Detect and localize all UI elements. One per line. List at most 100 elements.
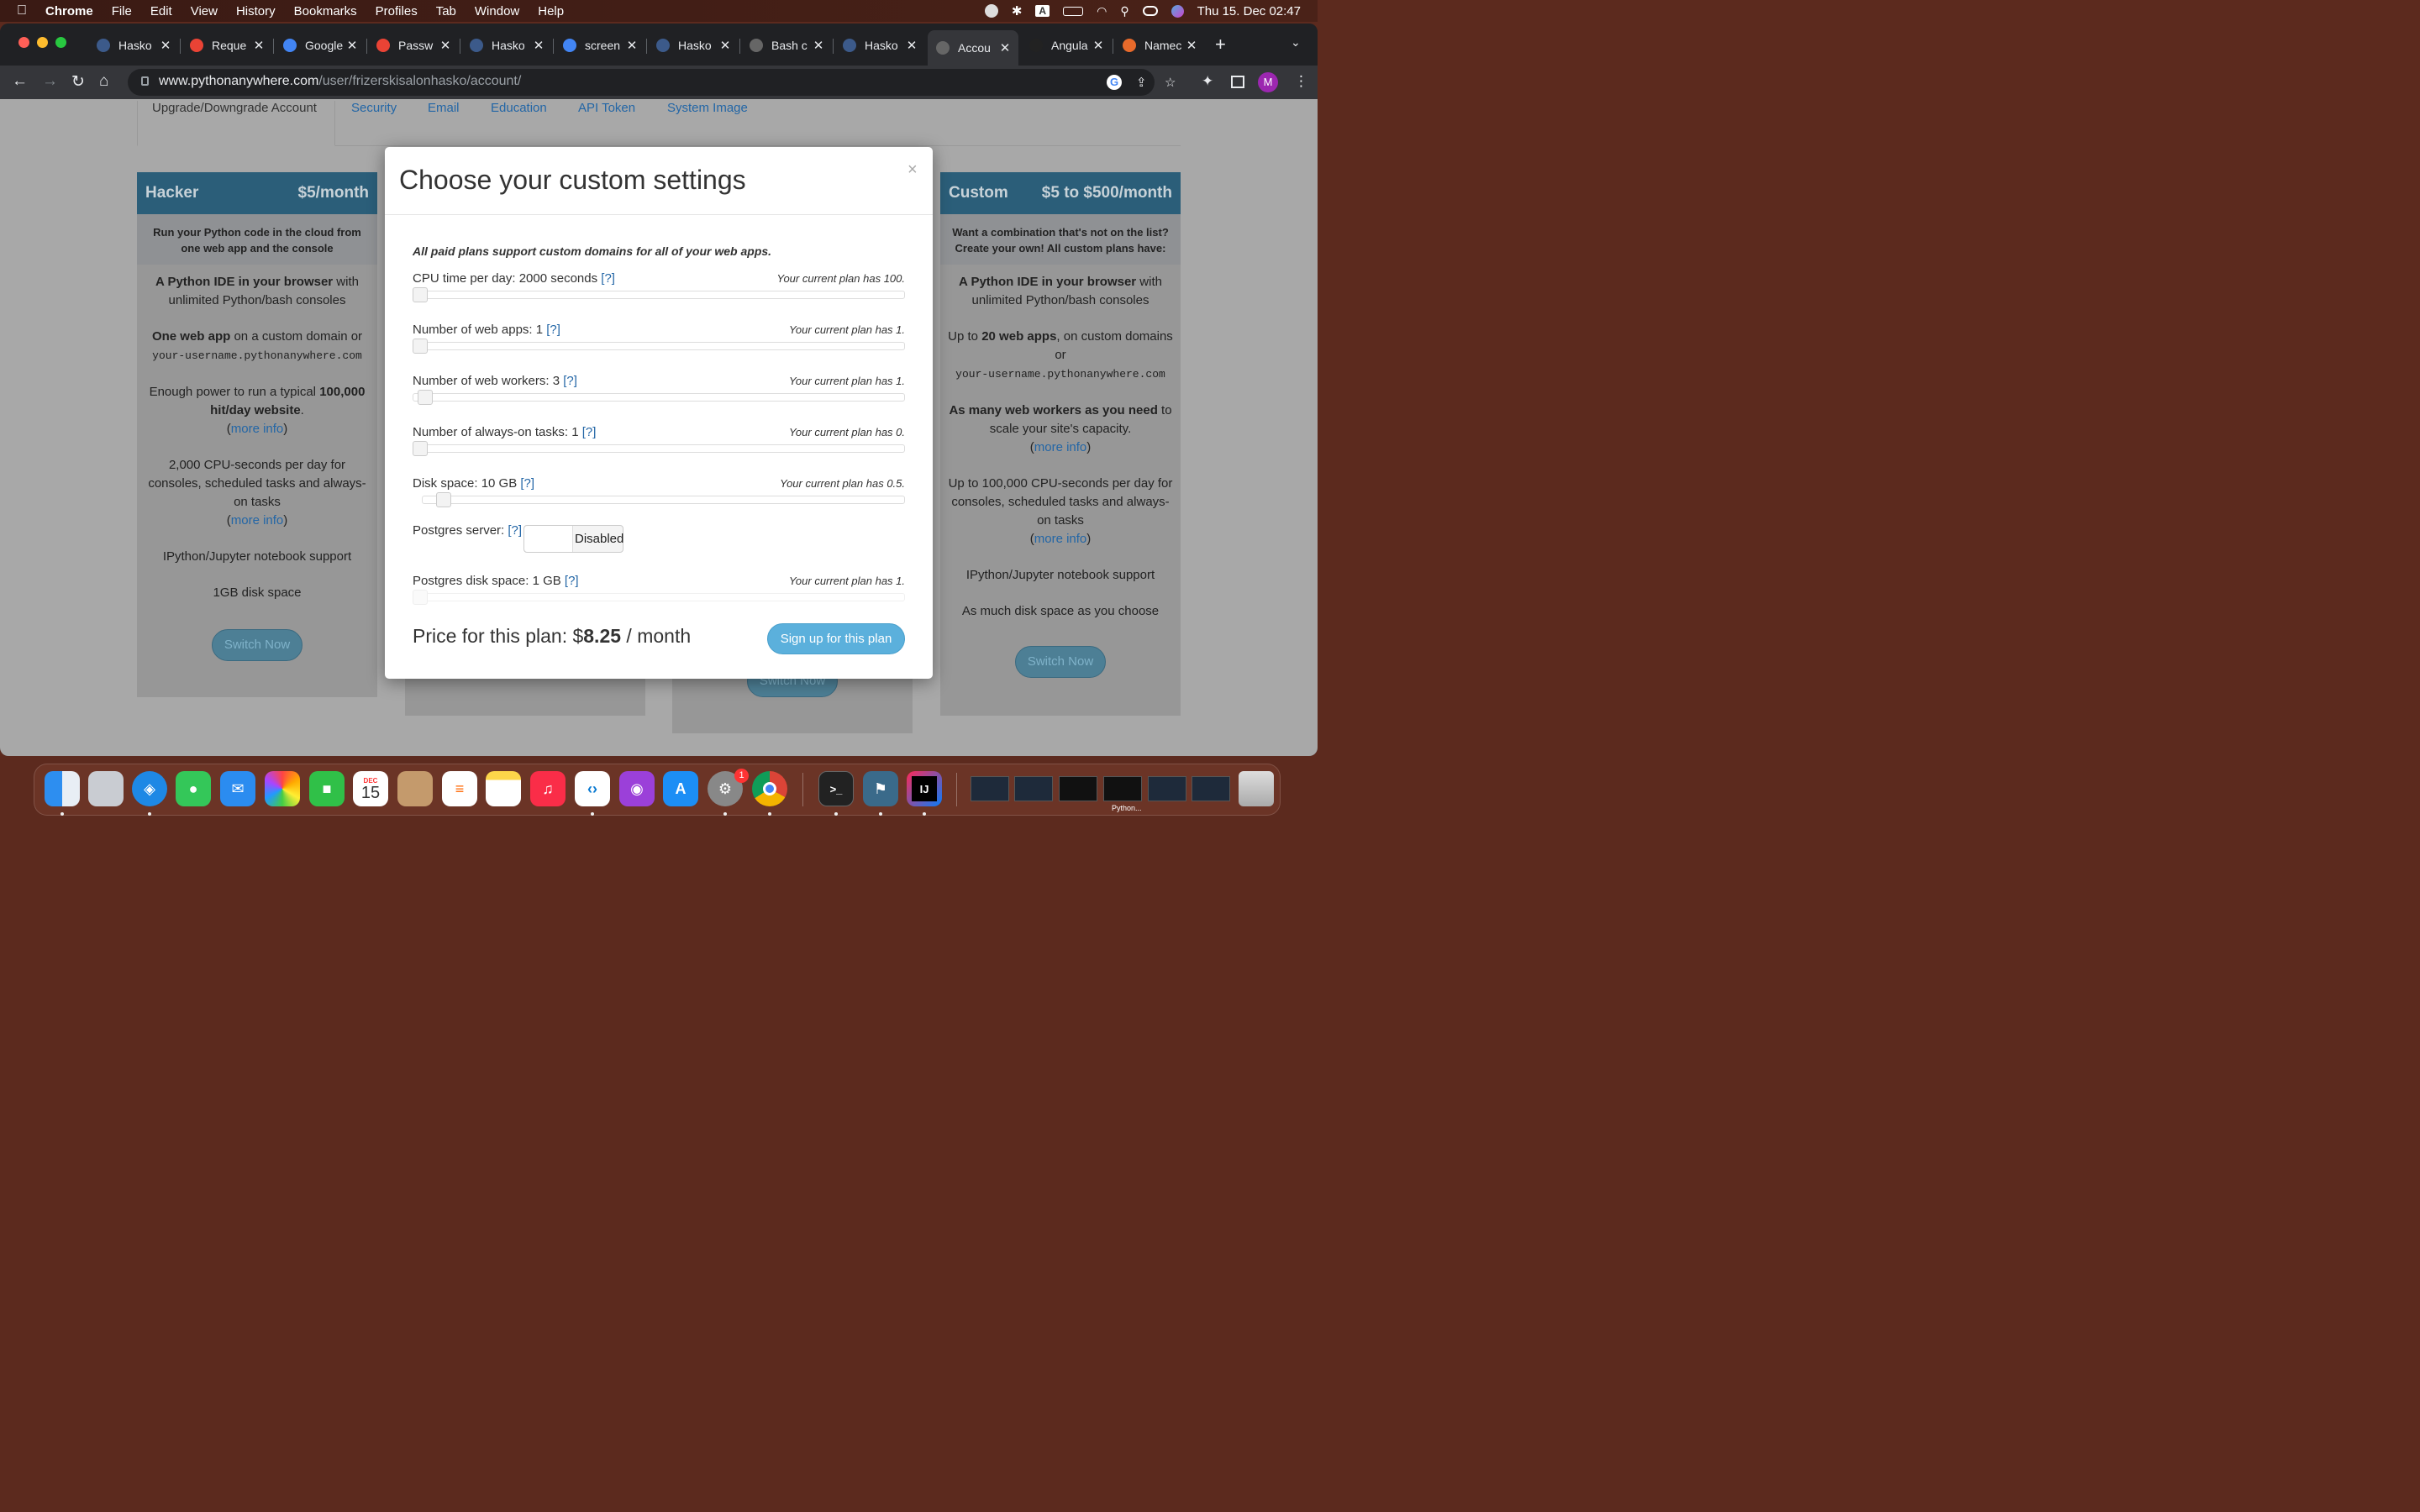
close-tab-icon[interactable]: ✕ <box>1092 38 1105 53</box>
tab-api-token[interactable]: API Token <box>578 101 635 115</box>
close-tab-icon[interactable]: ✕ <box>625 38 639 53</box>
menubar-tab[interactable]: Tab <box>436 4 456 18</box>
search-icon[interactable]: ⚲ <box>1120 4 1128 18</box>
podcasts-icon[interactable]: ◉ <box>619 771 655 806</box>
vscode-icon[interactable]: ‹› <box>575 771 610 806</box>
menubar-window[interactable]: Window <box>475 4 519 18</box>
finder-icon[interactable] <box>45 771 80 806</box>
help-link[interactable]: [?] <box>520 476 534 491</box>
minimized-window[interactable] <box>1192 776 1230 801</box>
browser-tab[interactable]: Hasko ✕ <box>88 32 179 59</box>
more-info-link[interactable]: more info <box>1034 532 1087 546</box>
terminal-icon[interactable]: >_ <box>818 771 854 806</box>
notes-icon[interactable] <box>486 771 521 806</box>
menubar-file[interactable]: File <box>112 4 132 18</box>
menubar-clock[interactable]: Thu 15. Dec 02:47 <box>1197 4 1301 18</box>
chrome-icon[interactable] <box>752 771 787 806</box>
help-link[interactable]: [?] <box>508 523 522 538</box>
google-lens-icon[interactable]: G <box>1107 75 1122 90</box>
tab-search-chevron-icon[interactable]: ⌄ <box>1291 35 1301 50</box>
trash-icon[interactable] <box>1239 771 1274 806</box>
postgres-toggle[interactable]: Disabled <box>523 525 623 553</box>
tab-education[interactable]: Education <box>491 101 547 115</box>
slider-handle[interactable] <box>417 390 433 405</box>
close-tab-icon[interactable]: ✕ <box>345 38 359 53</box>
wifi-icon[interactable]: ◠ <box>1097 4 1107 18</box>
tab-email[interactable]: Email <box>428 101 460 115</box>
help-link[interactable]: [?] <box>546 323 560 337</box>
browser-tab[interactable]: Google ✕ <box>275 32 366 59</box>
close-window-button[interactable] <box>18 37 29 48</box>
slider-track[interactable] <box>413 441 905 456</box>
sign-up-button[interactable]: Sign up for this plan <box>767 623 905 654</box>
profile-avatar[interactable]: M <box>1258 72 1278 92</box>
apple-menu-icon[interactable]:  <box>17 3 27 18</box>
forward-arrow-icon[interactable]: → <box>42 72 58 91</box>
close-tab-icon[interactable]: ✕ <box>998 40 1012 55</box>
menubar-help[interactable]: Help <box>538 4 564 18</box>
menubar-history[interactable]: History <box>236 4 276 18</box>
messages-icon[interactable]: ● <box>176 771 211 806</box>
reload-icon[interactable]: ↻ <box>71 72 85 92</box>
menubar-view[interactable]: View <box>191 4 218 18</box>
more-info-link[interactable]: more info <box>1034 440 1087 454</box>
bookmark-star-icon[interactable]: ☆ <box>1165 75 1180 90</box>
close-tab-icon[interactable]: ✕ <box>1185 38 1198 53</box>
help-link[interactable]: [?] <box>601 271 615 286</box>
contacts-icon[interactable] <box>397 771 433 806</box>
calendar-icon[interactable]: DEC 15 <box>353 771 388 806</box>
zoom-window-button[interactable] <box>55 37 66 48</box>
siri-icon[interactable] <box>1171 4 1184 18</box>
back-arrow-icon[interactable]: ← <box>12 72 28 91</box>
bluetooth-icon[interactable]: ✱ <box>1012 3 1023 18</box>
browser-tab[interactable]: Hasko ✕ <box>648 32 739 59</box>
chrome-menu-icon[interactable]: ⋮ <box>1294 73 1308 90</box>
hacker-switch-now-button[interactable]: Switch Now <box>212 629 302 661</box>
close-tab-icon[interactable]: ✕ <box>252 38 266 53</box>
lock-icon[interactable] <box>141 76 149 86</box>
help-link[interactable]: [?] <box>563 374 577 388</box>
browser-tab[interactable]: screen ✕ <box>555 32 645 59</box>
photos-icon[interactable] <box>265 771 300 806</box>
new-tab-button[interactable]: + <box>1215 34 1226 55</box>
slider-track[interactable] <box>422 492 905 507</box>
extensions-icon[interactable]: ✦ <box>1202 73 1213 90</box>
tab-system-image[interactable]: System Image <box>667 101 748 115</box>
close-tab-icon[interactable]: ✕ <box>159 38 172 53</box>
minimized-window[interactable] <box>971 776 1009 801</box>
more-info-link[interactable]: more info <box>231 513 284 528</box>
input-source-icon[interactable]: A <box>1035 5 1050 17</box>
more-info-link[interactable]: more info <box>231 422 284 436</box>
safari-icon[interactable]: ◈ <box>132 771 167 806</box>
slider-handle[interactable] <box>413 441 428 456</box>
menubar-profiles[interactable]: Profiles <box>376 4 418 18</box>
tab-security[interactable]: Security <box>351 101 397 115</box>
browser-tab[interactable]: Passw ✕ <box>368 32 459 59</box>
launchpad-icon[interactable] <box>88 771 124 806</box>
reminders-icon[interactable]: ≡ <box>442 771 477 806</box>
slider-handle[interactable] <box>413 287 428 302</box>
music-icon[interactable]: ♫ <box>530 771 566 806</box>
mysql-workbench-icon[interactable]: ⚑ <box>863 771 898 806</box>
address-bar[interactable]: www.pythonanywhere.com/user/frizerskisal… <box>128 69 1176 96</box>
mail-icon[interactable]: ✉ <box>220 771 255 806</box>
app-store-icon[interactable]: A <box>663 771 698 806</box>
toggle-knob[interactable] <box>524 526 573 552</box>
browser-tab[interactable]: Angula ✕ <box>1021 32 1112 59</box>
browser-tab[interactable]: Reque ✕ <box>182 32 272 59</box>
close-tab-icon[interactable]: ✕ <box>812 38 825 53</box>
minimized-window[interactable] <box>1148 776 1186 801</box>
minimized-window[interactable] <box>1059 776 1097 801</box>
help-link[interactable]: [?] <box>582 425 597 439</box>
slider-track[interactable] <box>413 339 905 354</box>
menubar-edit[interactable]: Edit <box>150 4 172 18</box>
menubar-app-name[interactable]: Chrome <box>45 4 93 18</box>
vpn-icon[interactable] <box>984 4 998 18</box>
close-tab-icon[interactable]: ✕ <box>718 38 732 53</box>
close-tab-icon[interactable]: ✕ <box>532 38 545 53</box>
browser-tab[interactable]: Bash c ✕ <box>741 32 832 59</box>
control-center-icon[interactable] <box>1142 6 1158 16</box>
browser-tab[interactable]: Hasko ✕ <box>461 32 552 59</box>
home-icon[interactable]: ⌂ <box>99 72 108 91</box>
tab-upgrade-downgrade[interactable]: Upgrade/Downgrade Account <box>137 101 335 146</box>
